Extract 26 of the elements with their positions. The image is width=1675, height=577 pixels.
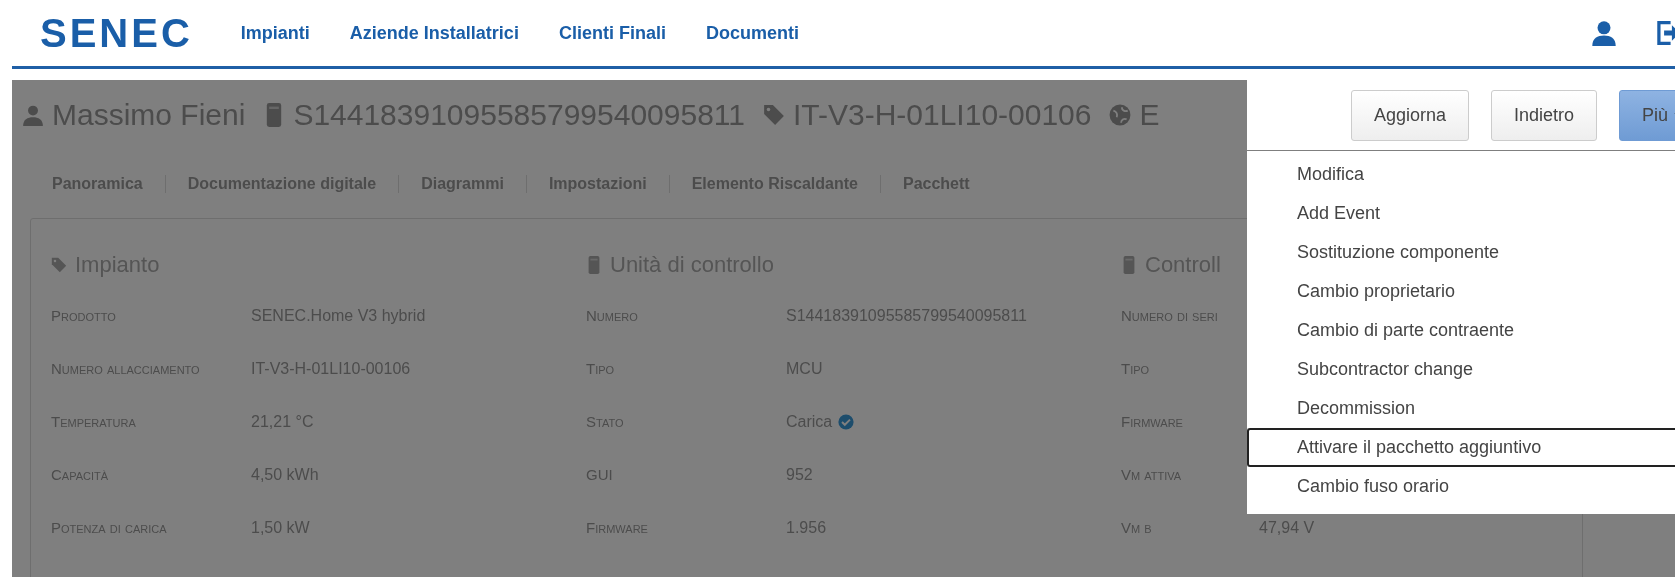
- menu-item[interactable]: Cambio fuso orario: [1247, 467, 1675, 506]
- menu-item[interactable]: Modifica: [1247, 155, 1675, 194]
- tag-icon: [762, 103, 785, 127]
- user-icon[interactable]: [1591, 20, 1617, 46]
- tag-icon: [51, 256, 67, 274]
- globe-icon: [1109, 103, 1132, 127]
- menu-item[interactable]: Decommission: [1247, 389, 1675, 428]
- menu-item[interactable]: Cambio proprietario: [1247, 272, 1675, 311]
- nav-link[interactable]: Documenti: [705, 22, 799, 44]
- check-circle-icon: [838, 413, 855, 430]
- device-icon: [586, 256, 602, 274]
- menu-item[interactable]: Cambio di parte contraente: [1247, 311, 1675, 350]
- menu-item[interactable]: Sostituzione componente: [1247, 233, 1675, 272]
- user-icon: [22, 103, 44, 127]
- logout-icon[interactable]: [1655, 20, 1675, 46]
- menu-item[interactable]: Attivare il pacchetto aggiuntivo: [1247, 428, 1675, 467]
- action-button[interactable]: Indietro: [1490, 89, 1597, 141]
- menu-item[interactable]: Add Event: [1247, 194, 1675, 233]
- nav-link[interactable]: Clienti Finali: [558, 22, 666, 44]
- nav-link[interactable]: Aziende Installatrici: [349, 22, 519, 44]
- more-dropdown-button[interactable]: Più: [1619, 89, 1675, 141]
- menu-item[interactable]: Subcontractor change: [1247, 350, 1675, 389]
- device-icon: [1121, 256, 1137, 274]
- action-button[interactable]: Aggiorna: [1350, 89, 1469, 141]
- nav-link[interactable]: Impianti: [240, 22, 310, 44]
- senec-logo[interactable]: SENEC: [40, 10, 193, 56]
